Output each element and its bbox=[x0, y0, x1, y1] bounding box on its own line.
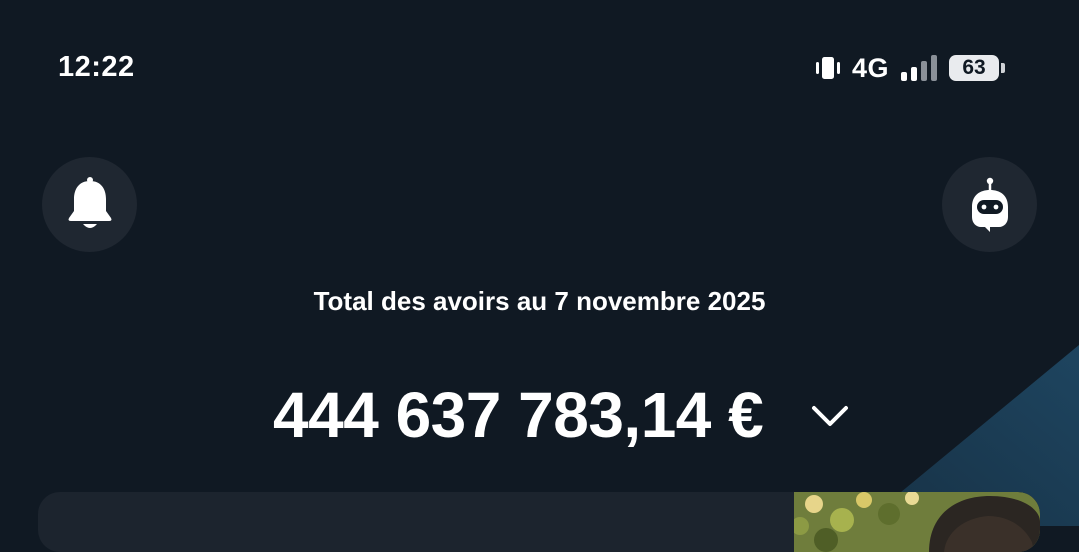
promo-card[interactable] bbox=[38, 492, 1040, 552]
battery-icon: 63 bbox=[949, 54, 1005, 82]
total-balance-amount: 444 637 783,14 € bbox=[273, 379, 764, 451]
bell-icon bbox=[68, 176, 111, 228]
notifications-button[interactable] bbox=[42, 157, 137, 252]
network-type: 4G bbox=[851, 53, 889, 83]
status-bar: 12:22 4G 63 bbox=[0, 0, 1079, 135]
balance-row: 444 637 783,14 € bbox=[0, 376, 1079, 456]
balance-caption: Total des avoirs au 7 novembre 2025 bbox=[313, 286, 766, 316]
promo-photo bbox=[794, 492, 1040, 552]
chevron-down-icon[interactable] bbox=[808, 400, 852, 432]
status-indicators: 4G 63 bbox=[814, 52, 1005, 84]
battery-level: 63 bbox=[949, 55, 999, 81]
assistant-bot-button[interactable] bbox=[942, 157, 1037, 252]
battery-cap bbox=[1001, 63, 1005, 73]
robot-icon bbox=[971, 177, 1008, 232]
vibrate-icon bbox=[815, 57, 840, 79]
status-time: 12:22 bbox=[58, 51, 135, 83]
signal-icon bbox=[901, 55, 937, 81]
